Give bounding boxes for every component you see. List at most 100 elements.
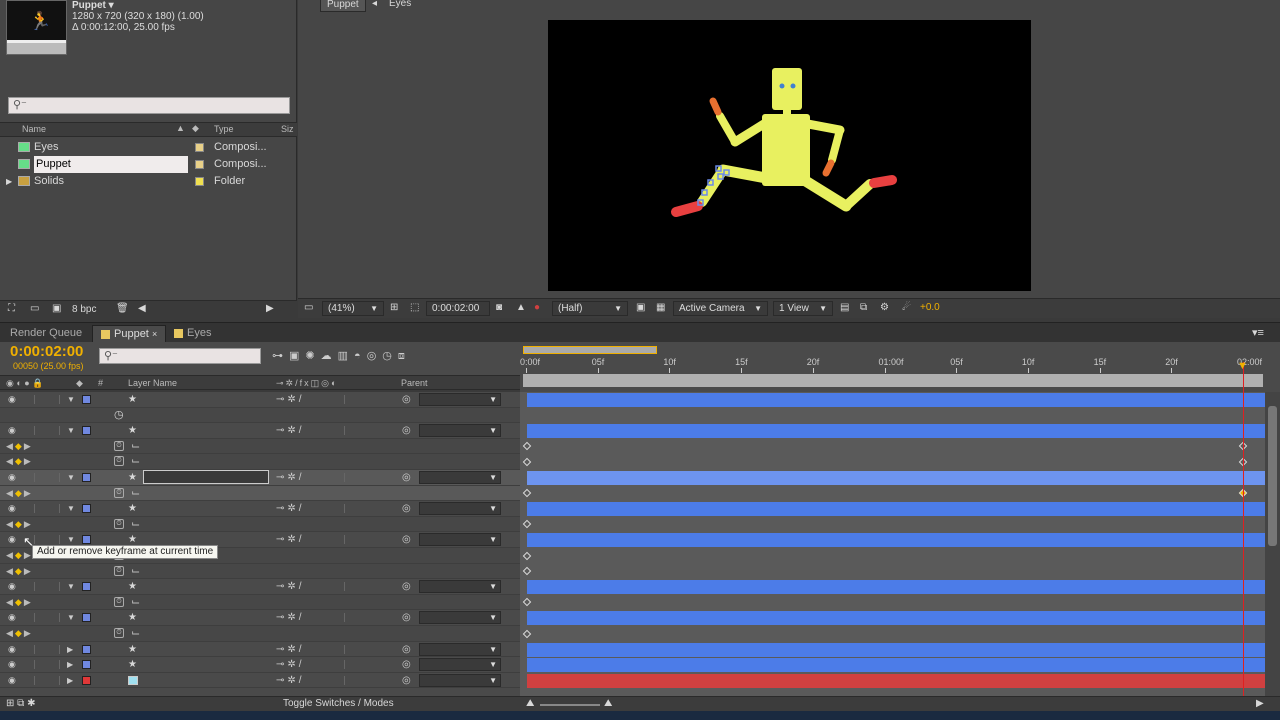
layer-duration-bar[interactable] — [527, 533, 1265, 548]
mode-boxes[interactable] — [344, 473, 384, 482]
keyframe[interactable] — [522, 598, 532, 607]
current-time-indicator[interactable] — [1243, 362, 1244, 697]
layer-duration-bar[interactable] — [527, 611, 1265, 626]
parent-dropdown[interactable]: ▼ — [419, 533, 501, 547]
show-snapshot-icon[interactable]: ▲ — [516, 302, 526, 313]
motion-blur-icon[interactable]: ◓ — [354, 350, 367, 362]
project-item-puppet[interactable]: Puppet Composi... — [0, 156, 297, 173]
scroll-right-icon[interactable]: ▶ — [266, 303, 274, 314]
layer-duration-bar[interactable] — [527, 471, 1265, 485]
collapse-arrow-icon[interactable]: ▼ — [67, 392, 75, 407]
label-color[interactable] — [82, 504, 91, 514]
eye-icon[interactable]: ◉ — [8, 392, 18, 407]
eye-icon[interactable]: ◉ — [8, 657, 18, 672]
always-preview-icon[interactable]: ▭ — [304, 302, 313, 313]
keyframe-navigator[interactable]: ◀◆▶ — [6, 626, 33, 641]
sort-arrow-icon[interactable]: ▲ — [176, 123, 185, 133]
eye-icon[interactable]: ◉ — [8, 501, 18, 516]
eye-icon[interactable]: ◉ — [8, 673, 18, 688]
eye-icon[interactable]: ◉ — [8, 470, 18, 485]
label-color[interactable] — [82, 675, 91, 685]
stopwatch-icon[interactable]: ⏱ — [114, 456, 124, 467]
layer-switches[interactable]: ⊸✲/ — [276, 423, 305, 438]
keyframe[interactable] — [522, 629, 532, 638]
eye-icon[interactable]: ◉ — [8, 610, 18, 625]
exposure-value[interactable]: +0.0 — [920, 302, 940, 313]
tab-render-queue[interactable]: Render Queue — [2, 325, 90, 342]
viewer-tab-puppet[interactable]: Puppet — [320, 0, 366, 12]
mode-boxes[interactable] — [344, 535, 384, 545]
pick-whip-icon[interactable]: ◎ — [402, 642, 411, 657]
snapshot-icon[interactable]: ◙ — [496, 302, 502, 313]
label-swatch[interactable] — [195, 159, 205, 169]
frame-blending-icon[interactable]: ▥ — [338, 350, 354, 362]
reset-exposure-icon[interactable]: ☄ — [902, 302, 911, 313]
mode-boxes[interactable] — [344, 613, 384, 623]
live-update-icon[interactable]: ▣ — [289, 350, 305, 362]
pick-whip-icon[interactable]: ◎ — [402, 657, 411, 672]
collapse-arrow-icon[interactable]: ▼ — [67, 610, 75, 625]
project-item-eyes[interactable]: Eyes Composi... — [0, 139, 297, 156]
stopwatch-icon[interactable]: ⏱ — [114, 518, 124, 529]
eye-icon[interactable]: ◉ — [8, 423, 18, 438]
property-row[interactable]: ◀◆▶ ⏱ ⌙ — [0, 516, 520, 533]
label-color[interactable] — [82, 473, 91, 482]
new-folder-icon[interactable]: ▭ — [30, 303, 39, 314]
scroll-left-icon[interactable]: ◀ — [138, 303, 146, 314]
label-color[interactable] — [82, 395, 91, 404]
solo-lock-boxes[interactable] — [34, 504, 60, 514]
time-ruler[interactable]: 0:00f 05f 10f 15f 20f 01:00f 05f 10f 15f 20f 02:00… — [520, 342, 1280, 392]
pick-whip-icon[interactable]: ◎ — [402, 579, 411, 594]
camera-dropdown[interactable]: Active Camera ▼ — [673, 301, 768, 316]
keyframe[interactable] — [522, 488, 532, 498]
layer-duration-bar[interactable] — [527, 424, 1265, 439]
column-layer-name[interactable]: Layer Name — [128, 377, 177, 390]
keyframe-navigator[interactable]: ◀◆▶ — [6, 595, 33, 610]
solo-lock-boxes[interactable] — [34, 644, 60, 654]
stopwatch-icon[interactable]: ⏱ — [114, 565, 124, 576]
parent-dropdown[interactable]: ▼ — [419, 673, 501, 687]
toggle-pixel-aspect-icon[interactable]: ▤ — [840, 302, 849, 313]
brainstorm-icon[interactable]: ◎ — [367, 350, 383, 362]
tab-puppet[interactable]: Puppet × — [92, 325, 167, 342]
solo-lock-boxes[interactable] — [34, 582, 60, 592]
layer-row[interactable]: ◉ ▼ ★ ⊸✲/ ◎ ▼ — [0, 423, 520, 439]
solo-lock-boxes[interactable] — [34, 613, 60, 623]
layer-switches[interactable]: ⊸✲/ — [276, 610, 305, 625]
draft-3d-icon[interactable]: ✺ — [305, 350, 320, 362]
layer-switches[interactable]: ⊸✲/ — [276, 470, 305, 485]
flowchart-icon[interactable]: ⚙ — [880, 302, 889, 313]
layer-duration-bar[interactable] — [527, 580, 1265, 595]
label-color[interactable] — [82, 660, 91, 670]
eye-icon[interactable]: ◉ — [8, 532, 18, 547]
eye-icon[interactable]: ◉ — [8, 642, 18, 657]
layer-duration-bar[interactable] — [527, 502, 1265, 517]
property-row[interactable]: ◀◆▶ ⏱ ⌙ — [0, 438, 520, 455]
layer-switches[interactable]: ⊸✲/ — [276, 501, 305, 516]
layer-duration-bar[interactable] — [527, 658, 1265, 673]
toggle-switches-modes[interactable]: Toggle Switches / Modes — [283, 698, 394, 709]
label-color[interactable] — [82, 644, 91, 654]
fit-icon[interactable]: ⊞ — [390, 302, 398, 313]
label-color[interactable] — [82, 535, 91, 545]
parent-dropdown[interactable]: ▼ — [419, 502, 501, 516]
layer-duration-bar[interactable] — [527, 642, 1265, 657]
comp-canvas[interactable] — [548, 20, 1031, 291]
label-color[interactable] — [82, 613, 91, 623]
keyframe-navigator[interactable]: ◀◆▶ — [6, 439, 33, 454]
zoom-dropdown[interactable]: (41%) ▼ — [322, 301, 384, 316]
timeline-scrollbar[interactable] — [1265, 392, 1280, 696]
project-item-solids[interactable]: ▶ Solids Folder — [0, 173, 297, 190]
stopwatch-icon[interactable]: ⏱ — [114, 628, 124, 638]
layer-duration-bar[interactable] — [527, 393, 1265, 407]
cti-head-icon[interactable]: ▼ — [1237, 360, 1248, 372]
bit-depth[interactable]: 8 bpc — [72, 304, 96, 315]
layer-switches[interactable]: ⊸✲/ — [276, 642, 305, 657]
project-search-input[interactable]: ⚲⁻ — [8, 97, 290, 114]
work-area-bar[interactable] — [523, 346, 657, 354]
solo-lock-boxes[interactable] — [34, 426, 60, 436]
layer-switches-icon[interactable]: ⊞ ⧉ ✱ — [6, 698, 35, 709]
solo-lock-boxes[interactable] — [34, 535, 60, 545]
stopwatch-icon[interactable]: ⏱ — [114, 487, 124, 498]
label-swatch[interactable] — [195, 176, 205, 186]
